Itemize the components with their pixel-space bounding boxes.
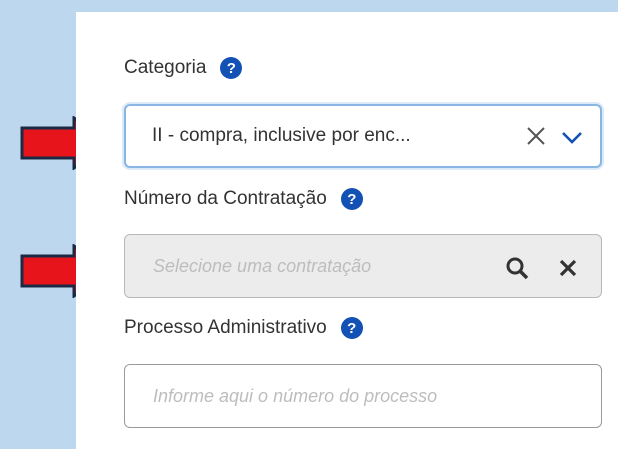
processo-administrativo-label-text: Processo Administrativo — [124, 317, 327, 338]
numero-contratacao-field[interactable]: Selecione uma contratação — [124, 234, 602, 298]
close-icon[interactable] — [557, 257, 579, 279]
numero-contratacao-label: Número da Contratação ? — [124, 188, 363, 210]
help-icon[interactable]: ? — [340, 317, 363, 339]
processo-administrativo-input[interactable]: Informe aqui o número do processo — [124, 364, 602, 428]
processo-administrativo-placeholder: Informe aqui o número do processo — [153, 385, 438, 406]
categoria-label: Categoria ? — [124, 57, 243, 79]
categoria-selected-value: II - compra, inclusive por enc... — [152, 125, 411, 146]
help-icon[interactable]: ? — [340, 188, 363, 210]
help-icon[interactable]: ? — [220, 57, 243, 79]
categoria-label-text: Categoria — [124, 57, 207, 78]
numero-contratacao-label-text: Número da Contratação — [124, 188, 327, 209]
search-icon[interactable] — [505, 256, 529, 280]
close-icon[interactable] — [524, 124, 548, 148]
chevron-down-icon[interactable] — [560, 125, 584, 149]
categoria-select[interactable]: II - compra, inclusive por enc... — [124, 104, 602, 168]
numero-contratacao-placeholder: Selecione uma contratação — [153, 255, 372, 276]
form-panel: Categoria ? II - compra, inclusive por e… — [76, 12, 618, 449]
processo-administrativo-label: Processo Administrativo ? — [124, 317, 363, 339]
